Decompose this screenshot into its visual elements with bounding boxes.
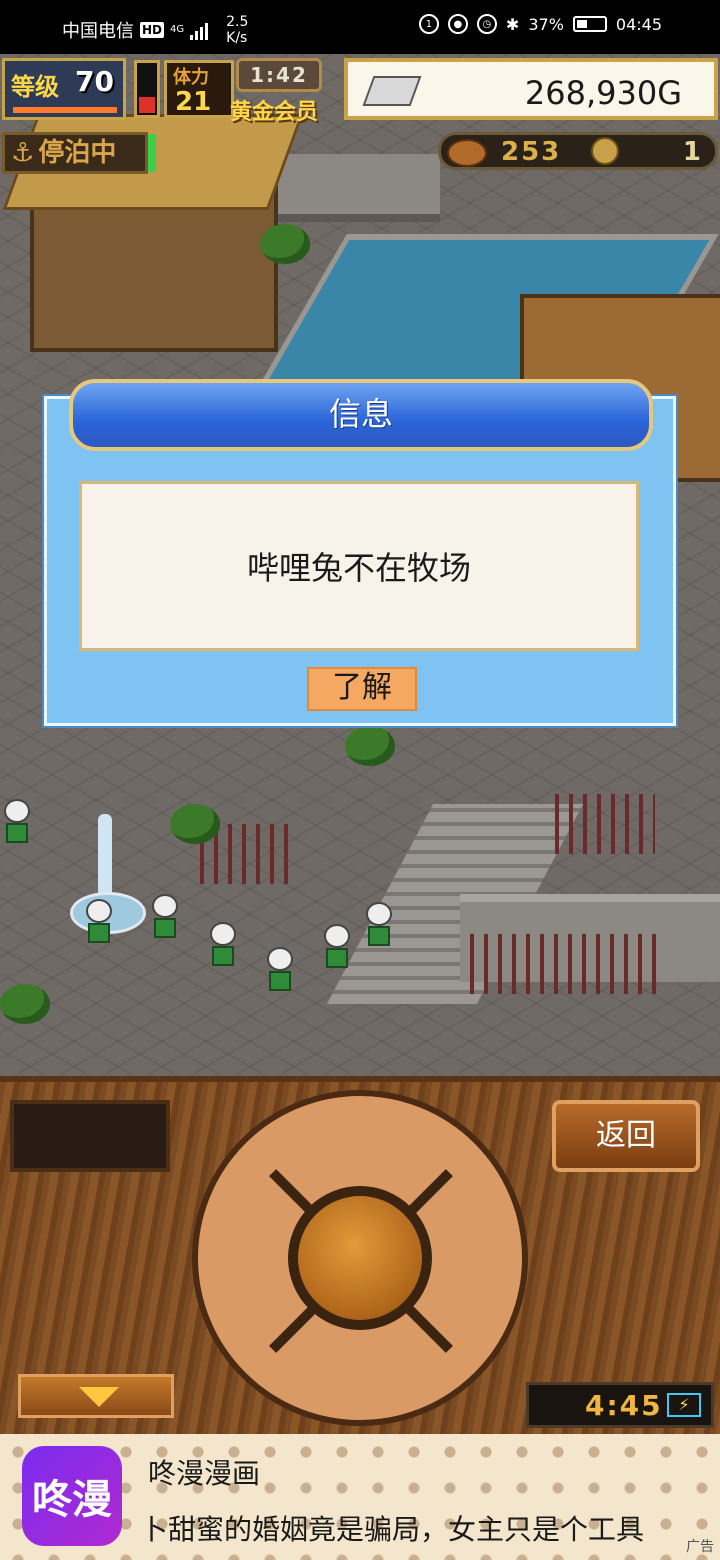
bush [0,984,50,1024]
resource-count: 253 [501,137,562,167]
control-panel: 返回 4:45 ⚡ [0,1076,720,1434]
member-label: 黄金会员 [230,100,319,125]
battery-charging-icon: ⚡ [667,1393,701,1417]
arrow-down-icon [79,1387,119,1407]
gold-bar-icon [362,76,422,106]
dialog-message-box: 哔哩兔不在牧场 [79,481,639,651]
hd-badge: HD [140,22,165,38]
npc-villager[interactable] [322,924,352,968]
npc-villager[interactable] [265,947,295,991]
bush [260,224,310,264]
stamina-gauge [134,60,160,118]
level-value: 70 [75,65,114,98]
anchor-status-button[interactable]: ⚓ 停泊中 [2,132,148,174]
ok-button[interactable]: 了解 [307,667,417,711]
ad-tag: 广告 [686,1539,714,1555]
resource-panel: 253 1 [438,132,718,170]
coin-count: 1 [682,137,701,167]
ad-app-logo[interactable]: 咚漫 [22,1446,122,1546]
anchor-status-label: 停泊中 [38,138,117,168]
money-bag-icon [447,139,487,167]
stamina-panel: 体力 21 [164,60,234,118]
bluetooth-icon: ✱ [505,14,520,34]
ad-app-name[interactable]: 咚漫漫画 [148,1452,260,1492]
npc-villager[interactable] [84,899,114,943]
network-speed: 2.5 K/s [226,14,249,46]
dialog-title: 信息 [328,395,393,433]
menu-toggle-button[interactable] [18,1374,174,1418]
dialog-title-bar: 信息 [69,379,653,451]
stamina-value: 21 [175,87,212,117]
gold-amount: 268,930G [524,74,682,112]
info-dialog: 信息 哔哩兔不在牧场 了解 [44,379,676,726]
bush [170,804,220,844]
data-saver-icon: 1 [418,14,439,34]
directional-pad[interactable] [192,1090,528,1426]
stamina-timer: 1:42 [236,58,322,92]
exp-bar [13,107,117,113]
stamina-label: 体力 [173,67,209,88]
top-hud: 等级 70 体力 21 1:42 黄金会员 268,930G ⚓ 停泊中 253 … [0,54,720,174]
carrier-name: 中国电信 [62,21,134,42]
clock: 04:45 [615,14,662,34]
game-clock: 4:45 ⚡ [526,1382,714,1428]
gold-panel: 268,930G [344,58,718,120]
status-bar: 中国电信 HD 4G 2.5 K/s 1 ● ◷ ✱ 37% 04:45 [0,0,720,54]
battery-percent: 37% [528,14,564,34]
ad-text[interactable]: 卜甜蜜的婚姻竟是骗局，女主只是个工具 [140,1508,720,1548]
eye-comfort-icon: ● [447,14,468,34]
network-type: 4G [170,24,185,35]
dpad-center-button[interactable] [298,1196,422,1320]
fence [470,934,660,994]
anchor-icon: ⚓ [11,138,35,168]
level-panel: 等级 70 [2,58,126,120]
back-button[interactable]: 返回 [552,1100,700,1172]
npc-villager[interactable] [150,894,180,938]
signal-icon [190,20,209,40]
fence [555,794,655,854]
bush [345,726,395,766]
npc-villager[interactable] [208,922,238,966]
level-label: 等级 [11,73,59,101]
info-screen [10,1100,170,1172]
game-clock-time: 4:45 [585,1389,663,1422]
ad-banner[interactable]: 咚漫 咚漫漫画 卜甜蜜的婚姻竟是骗局，女主只是个工具 广告 [0,1434,720,1560]
status-indicator [148,134,156,172]
npc-villager[interactable] [2,799,32,843]
battery-icon [572,16,607,32]
coin-icon [591,137,619,165]
npc-villager[interactable] [364,902,394,946]
dialog-message: 哔哩兔不在牧场 [246,549,471,587]
alarm-icon: ◷ [476,14,497,34]
